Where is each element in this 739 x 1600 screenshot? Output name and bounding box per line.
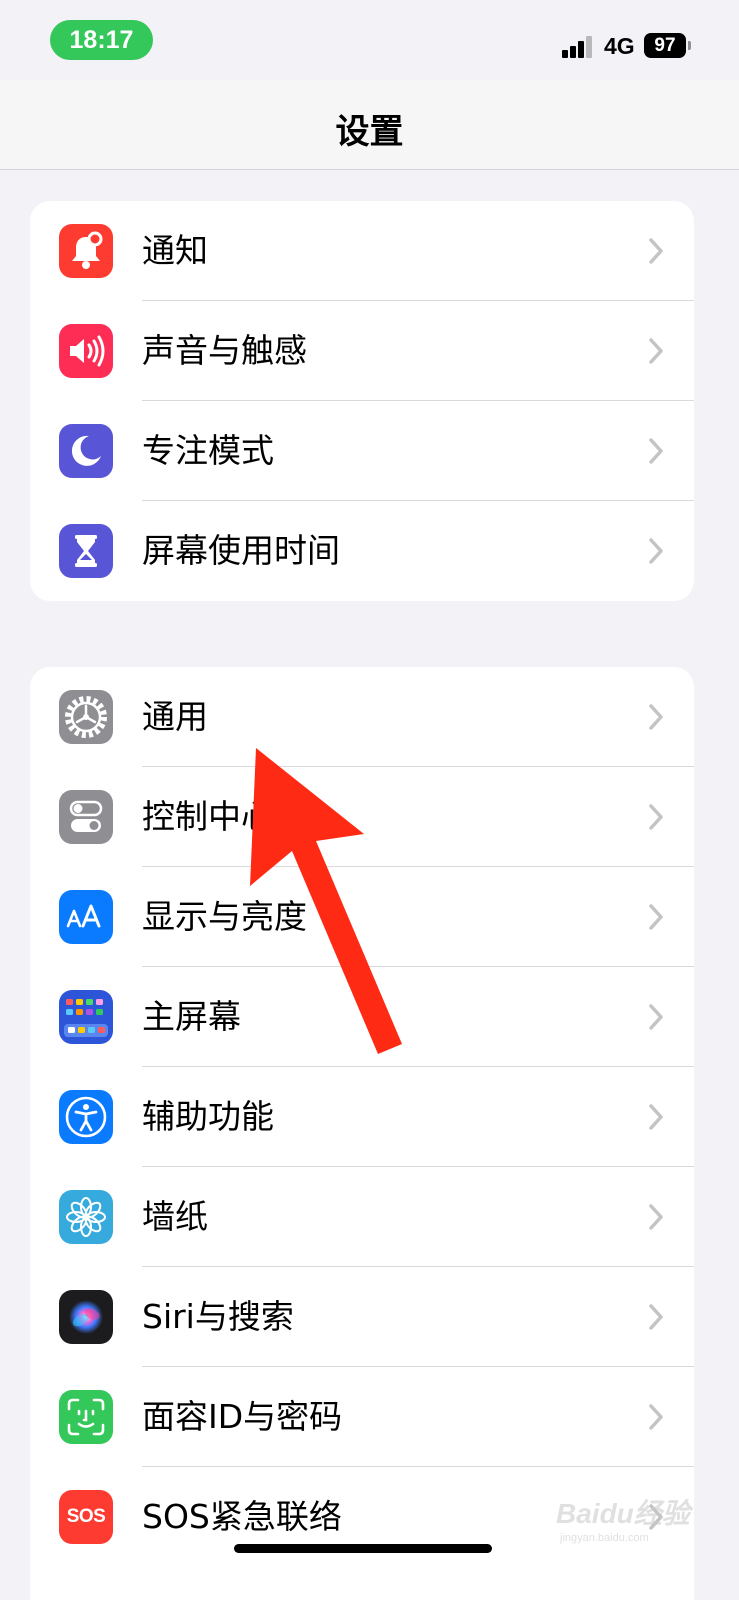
chevron-right-icon xyxy=(649,1404,663,1430)
row-label: 通用 xyxy=(142,697,208,736)
accessibility-icon xyxy=(59,1090,113,1144)
battery-icon: 97 xyxy=(644,33,686,58)
text-size-icon xyxy=(59,890,113,944)
settings-row-home-screen[interactable]: 主屏幕 xyxy=(30,967,694,1067)
sos-icon: SOS xyxy=(59,1490,113,1544)
speaker-icon xyxy=(59,324,113,378)
page-title: 设置 xyxy=(335,112,404,152)
chevron-right-icon xyxy=(649,1004,663,1030)
bell-icon xyxy=(59,224,113,278)
settings-row-face-id[interactable]: 面容ID与密码 xyxy=(30,1367,694,1467)
flower-icon xyxy=(59,1190,113,1244)
row-label: 墙纸 xyxy=(142,1197,208,1236)
chevron-right-icon xyxy=(649,904,663,930)
chevron-right-icon xyxy=(649,1304,663,1330)
row-label: Siri与搜索 xyxy=(142,1297,294,1336)
watermark-text: Baidu经验 xyxy=(556,1498,690,1529)
row-label: 辅助功能 xyxy=(142,1097,274,1136)
home-grid-icon xyxy=(59,990,113,1044)
chevron-right-icon xyxy=(649,1104,663,1130)
chevron-right-icon xyxy=(649,538,663,564)
sos-icon-text: SOS xyxy=(66,1506,106,1527)
battery-level: 97 xyxy=(654,34,676,56)
status-time: 18:17 xyxy=(50,20,153,60)
battery-tip xyxy=(688,41,691,50)
settings-row-display[interactable]: 显示与亮度 xyxy=(30,867,694,967)
chevron-right-icon xyxy=(649,1204,663,1230)
settings-row-notifications[interactable]: 通知 xyxy=(30,201,694,301)
home-indicator[interactable] xyxy=(234,1544,492,1553)
row-label: SOS紧急联络 xyxy=(142,1497,342,1536)
navigation-bar: 设置 xyxy=(0,80,739,170)
row-label: 屏幕使用时间 xyxy=(142,531,340,570)
settings-screen: 18:17 4G 97 设置 通知 声音与触感 专注模式 屏幕使用时间 通用 控… xyxy=(0,0,739,1600)
gear-icon xyxy=(59,690,113,744)
toggles-icon xyxy=(59,790,113,844)
row-label: 专注模式 xyxy=(142,431,274,470)
settings-row-sounds[interactable]: 声音与触感 xyxy=(30,301,694,401)
status-bar: 18:17 4G 97 xyxy=(0,0,739,80)
settings-row-general[interactable]: 通用 xyxy=(30,667,694,767)
face-id-icon xyxy=(59,1390,113,1444)
row-label: 面容ID与密码 xyxy=(142,1397,343,1436)
row-label: 控制中心 xyxy=(142,797,274,836)
cellular-signal-icon xyxy=(562,34,594,58)
row-label: 通知 xyxy=(142,231,208,270)
row-label: 声音与触感 xyxy=(142,331,307,370)
settings-row-screen-time[interactable]: 屏幕使用时间 xyxy=(30,501,694,601)
network-type: 4G xyxy=(604,33,635,59)
siri-icon xyxy=(59,1290,113,1344)
row-label: 主屏幕 xyxy=(142,997,241,1036)
chevron-right-icon xyxy=(649,238,663,264)
settings-row-wallpaper[interactable]: 墙纸 xyxy=(30,1167,694,1267)
baidu-watermark: Baidu经验 jingyan.baidu.com xyxy=(556,1492,706,1544)
chevron-right-icon xyxy=(649,338,663,364)
hourglass-icon xyxy=(59,524,113,578)
chevron-right-icon xyxy=(649,438,663,464)
moon-icon xyxy=(59,424,113,478)
chevron-right-icon xyxy=(649,704,663,730)
settings-row-siri[interactable]: Siri与搜索 xyxy=(30,1267,694,1367)
settings-row-control-center[interactable]: 控制中心 xyxy=(30,767,694,867)
settings-group-2: 通用 控制中心 显示与亮度 主屏幕 辅助功能 墙纸 Siri与搜索 面容ID与密… xyxy=(30,667,694,1600)
settings-group-1: 通知 声音与触感 专注模式 屏幕使用时间 xyxy=(30,201,694,601)
settings-row-accessibility[interactable]: 辅助功能 xyxy=(30,1067,694,1167)
row-label: 显示与亮度 xyxy=(142,897,307,936)
chevron-right-icon xyxy=(649,804,663,830)
watermark-subtext: jingyan.baidu.com xyxy=(560,1532,649,1544)
settings-row-focus[interactable]: 专注模式 xyxy=(30,401,694,501)
